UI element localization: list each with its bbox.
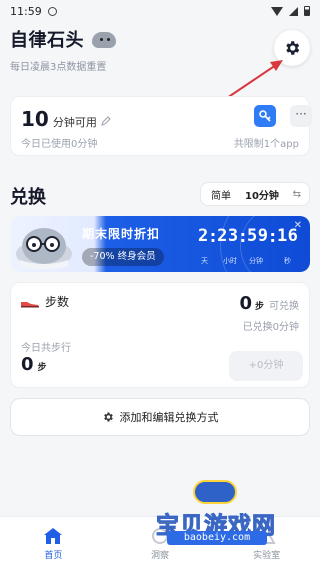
signal-icon	[289, 6, 298, 16]
steps-exchange-card: 步数 0 步 可兑换 已兑换0分钟 今日共步行 0 步 +0分钟	[10, 282, 310, 388]
available-steps: 0	[239, 293, 252, 314]
redeem-minutes-button[interactable]: +0分钟	[229, 351, 303, 381]
watermark-url: baobeiy.com	[167, 531, 267, 545]
timer-hours: 23	[217, 226, 239, 246]
exchange-method-name: 步数	[45, 295, 70, 309]
battery-icon	[304, 6, 310, 16]
available-minutes-unit: 分钟可用	[52, 116, 97, 129]
wifi-icon	[271, 6, 283, 16]
section-title: 兑换	[10, 187, 46, 208]
label-days: 天	[201, 257, 208, 265]
limited-app-icon[interactable]	[254, 105, 276, 127]
redeemed-minutes: 已兑换0分钟	[242, 322, 299, 333]
available-label: 可兑换	[269, 301, 299, 312]
app-title: 自律石头	[10, 30, 84, 51]
status-bar: 11:59	[0, 0, 320, 22]
swap-icon[interactable]: ⇆	[293, 189, 301, 200]
key-icon	[259, 110, 271, 122]
site-watermark: 宝贝游戏网 baobeiy.com	[143, 476, 289, 550]
today-steps: 0	[21, 354, 34, 375]
countdown-timer: 2 : 23 : 59 : 16	[198, 226, 299, 246]
more-button[interactable]: ···	[290, 105, 312, 127]
today-steps-unit: 步	[37, 363, 47, 373]
mascot-glasses-icon	[16, 228, 72, 269]
timer-days: 2	[198, 226, 209, 246]
tab-home-label: 首页	[44, 550, 63, 561]
status-time: 11:59	[10, 4, 42, 18]
tab-home[interactable]: 首页	[0, 517, 107, 570]
shoe-icon	[21, 302, 39, 308]
label-seconds: 秒	[284, 257, 291, 265]
notification-icon	[47, 6, 57, 16]
label-hours: 小时	[223, 257, 237, 265]
gamepad-icon	[193, 480, 237, 504]
mode-value[interactable]: 10分钟	[239, 187, 285, 202]
today-walked-label: 今日共步行	[21, 343, 71, 354]
exchange-mode-toggle[interactable]: 简单 10分钟 ⇆	[200, 182, 310, 206]
mode-simple[interactable]: 简单	[201, 187, 239, 202]
label-minutes: 分钟	[249, 257, 263, 265]
promo-title: 期末限时折扣	[82, 227, 161, 241]
timer-minutes: 59	[247, 226, 269, 246]
edit-pencil-icon[interactable]	[101, 116, 111, 126]
add-edit-exchange-button[interactable]: 添加和编辑兑换方式	[10, 398, 310, 436]
available-minutes: 10	[21, 107, 49, 131]
close-icon[interactable]: ✕	[294, 220, 302, 231]
gear-icon	[286, 41, 300, 55]
reset-note: 每日凌晨3点数据重置	[10, 62, 107, 73]
promo-banner[interactable]: 期末限时折扣 -70% 终身会员 2 : 23 : 59 : 16 天 小时 分…	[10, 216, 310, 272]
usage-card[interactable]: 10 分钟可用 今日已使用0分钟 ··· 共限制1个app	[10, 96, 312, 156]
promo-offer: -70% 终身会员	[82, 248, 164, 266]
used-today: 今日已使用0分钟	[21, 139, 98, 150]
app-limit-count: 共限制1个app	[233, 139, 299, 150]
home-icon	[44, 527, 63, 544]
gear-icon	[103, 412, 113, 422]
settings-button[interactable]	[274, 30, 310, 66]
header: 自律石头 每日凌晨3点数据重置	[10, 26, 310, 76]
add-edit-exchange-label: 添加和编辑兑换方式	[119, 411, 219, 424]
stone-mascot-icon	[90, 29, 118, 49]
available-steps-unit: 步	[254, 302, 264, 312]
